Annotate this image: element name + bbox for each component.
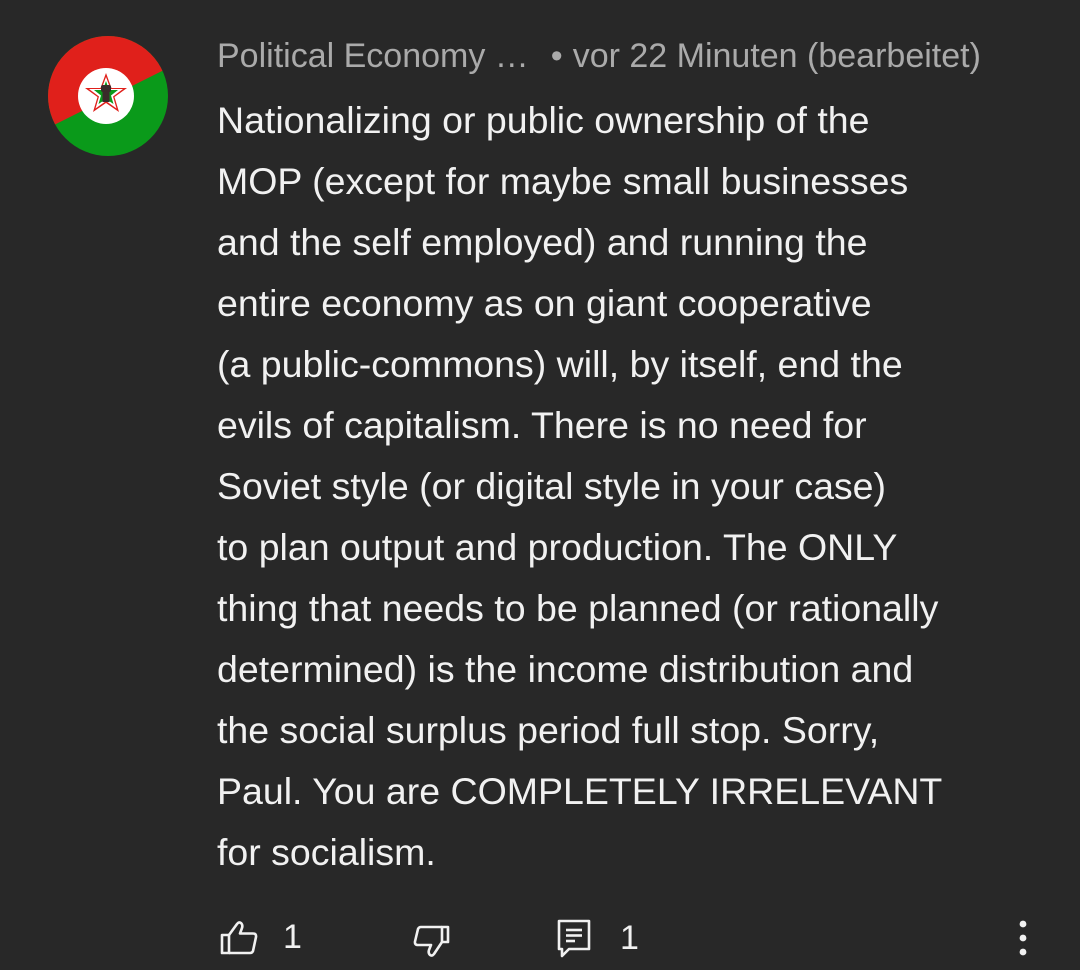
avatar-logo-icon — [48, 36, 168, 156]
like-count: 1 — [283, 918, 302, 956]
meta-separator: • — [550, 37, 563, 75]
avatar[interactable] — [48, 36, 168, 156]
reply-count: 1 — [620, 918, 639, 957]
comment-reply-icon — [557, 919, 591, 958]
comment-thread: Political Economy … • vor 22 Minuten (be… — [0, 0, 1080, 970]
comment-action-bar: 1 1 — [0, 910, 1080, 970]
author-name[interactable]: Political Economy … — [217, 34, 529, 78]
reply-button[interactable]: 1 — [556, 918, 639, 958]
dislike-button[interactable] — [413, 924, 451, 958]
vertical-dots-icon — [1019, 920, 1027, 956]
comment-timestamp: vor 22 Minuten (bearbeitet) — [572, 37, 981, 75]
like-button[interactable]: 1 — [219, 918, 302, 957]
comment-body: Political Economy … • vor 22 Minuten (be… — [217, 34, 1057, 883]
comment-meta: Political Economy … • vor 22 Minuten (be… — [217, 34, 1057, 78]
thumbs-up-icon — [220, 920, 258, 954]
thumbs-down-icon — [413, 925, 450, 957]
comment-text: Nationalizing or public ownership of the… — [217, 99, 943, 873]
more-options-button[interactable] — [1013, 916, 1033, 960]
